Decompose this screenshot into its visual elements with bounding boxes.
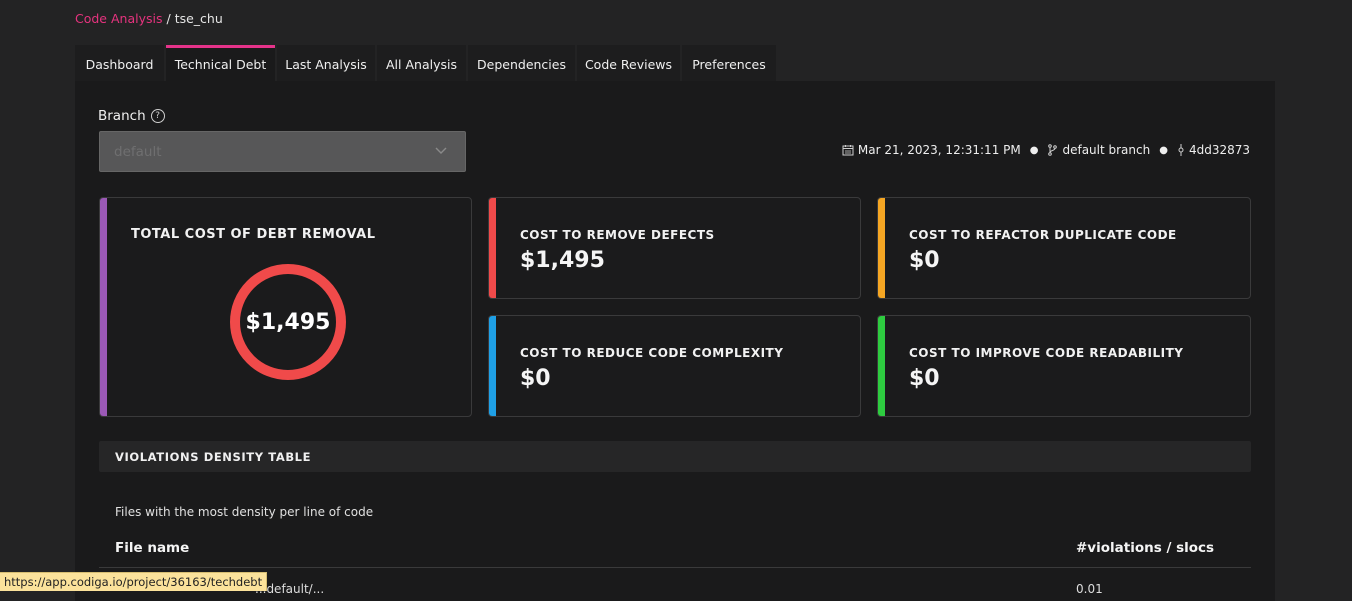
branch-select[interactable]: default: [99, 131, 466, 172]
analysis-meta: Mar 21, 2023, 12:31:11 PM ● default bran…: [842, 143, 1250, 157]
card-accent-bar: [878, 316, 885, 416]
duplicate-cost-card: COST TO REFACTOR DUPLICATE CODE $0: [877, 197, 1251, 299]
calendar-icon: [842, 145, 854, 156]
card-title: COST TO REFACTOR DUPLICATE CODE: [909, 228, 1177, 242]
separator-dot: ●: [1029, 144, 1039, 156]
readability-cost-card: COST TO IMPROVE CODE READABILITY $0: [877, 315, 1251, 417]
tab-preferences[interactable]: Preferences: [682, 45, 776, 81]
card-value: $0: [909, 366, 940, 391]
git-commit-icon: [1178, 144, 1184, 156]
help-icon[interactable]: ?: [150, 109, 165, 123]
analysis-date: Mar 21, 2023, 12:31:11 PM: [857, 143, 1021, 157]
tab-code-reviews[interactable]: Code Reviews: [577, 45, 680, 81]
defects-cost-card: COST TO REMOVE DEFECTS $1,495: [488, 197, 861, 299]
breadcrumb-separator: /: [166, 11, 171, 26]
total-cost-value: $1,495: [245, 309, 331, 335]
table-divider: [99, 567, 1251, 568]
card-value: $0: [909, 248, 940, 273]
analysis-commit: 4dd32873: [1188, 143, 1250, 157]
tab-technical-debt[interactable]: Technical Debt: [166, 45, 275, 81]
tab-dependencies[interactable]: Dependencies: [468, 45, 575, 81]
card-title: COST TO REDUCE CODE COMPLEXITY: [520, 346, 784, 360]
card-accent-bar: [489, 198, 496, 298]
breadcrumb-link-code-analysis[interactable]: Code Analysis: [75, 11, 162, 26]
column-header-file-name[interactable]: File name: [115, 540, 189, 556]
card-title: COST TO IMPROVE CODE READABILITY: [909, 346, 1184, 360]
tab-bar: Dashboard Technical Debt Last Analysis A…: [75, 45, 778, 81]
violations-density-subtitle: Files with the most density per line of …: [115, 505, 374, 519]
total-cost-card: TOTAL COST OF DEBT REMOVAL $1,495: [99, 197, 472, 417]
card-accent-bar: [878, 198, 885, 298]
tab-last-analysis[interactable]: Last Analysis: [277, 45, 375, 81]
total-cost-title: TOTAL COST OF DEBT REMOVAL: [131, 227, 376, 242]
branch-select-value: default: [114, 143, 162, 160]
breadcrumb: Code Analysis / tse_chu: [75, 11, 223, 26]
chevron-down-icon: [435, 147, 447, 154]
card-accent-bar: [100, 198, 107, 416]
tab-dashboard[interactable]: Dashboard: [75, 45, 164, 81]
branch-label-text: Branch: [98, 108, 146, 124]
card-value: $0: [520, 366, 551, 391]
separator-dot: ●: [1159, 144, 1168, 156]
analysis-branch: default branch: [1062, 143, 1151, 157]
tab-all-analysis[interactable]: All Analysis: [377, 45, 466, 81]
card-accent-bar: [489, 316, 496, 416]
column-header-violations-slocs[interactable]: #violations / slocs: [1076, 540, 1214, 556]
browser-status-url: https://app.codiga.io/project/36163/tech…: [0, 572, 268, 591]
breadcrumb-current: tse_chu: [174, 11, 223, 26]
git-branch-icon: [1048, 144, 1058, 156]
table-cell-density: 0.01: [1076, 582, 1103, 596]
branch-label: Branch ?: [98, 108, 165, 124]
complexity-cost-card: COST TO REDUCE CODE COMPLEXITY $0: [488, 315, 861, 417]
violations-density-header: VIOLATIONS DENSITY TABLE: [99, 441, 1251, 472]
card-title: COST TO REMOVE DEFECTS: [520, 228, 715, 242]
card-value: $1,495: [520, 248, 605, 273]
